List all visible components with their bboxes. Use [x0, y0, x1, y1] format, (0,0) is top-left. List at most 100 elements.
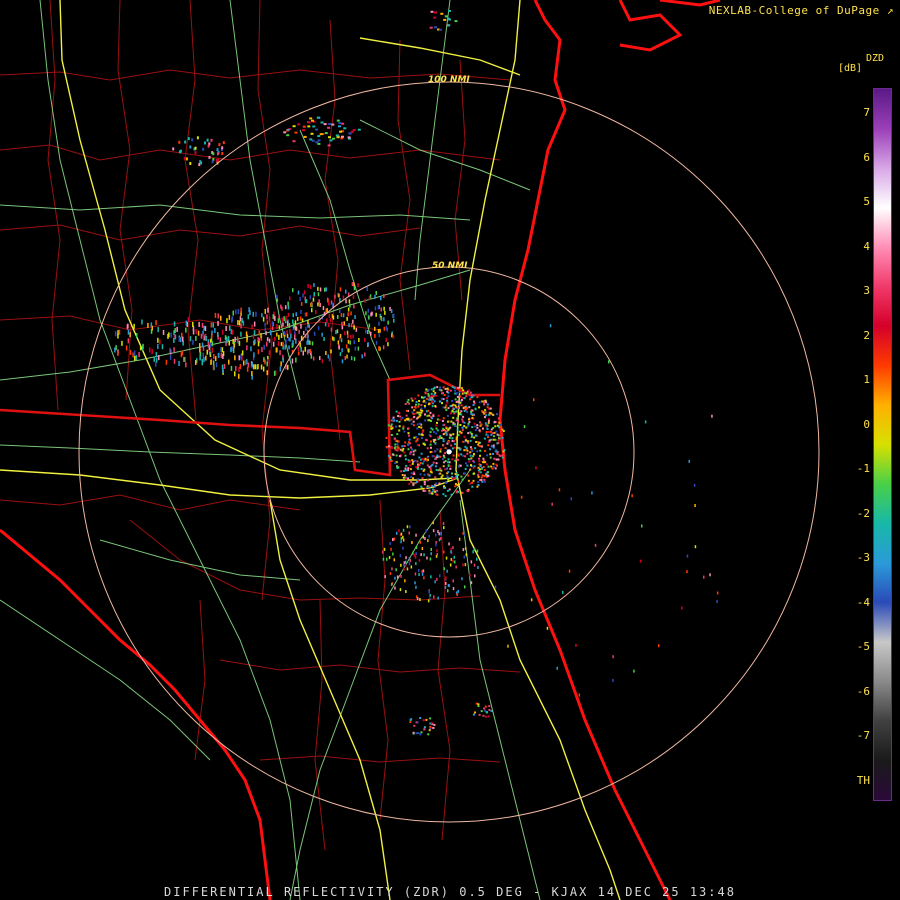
echo-pixel: [423, 576, 425, 580]
echo-pixel: [411, 406, 414, 409]
echo-pixel: [263, 344, 265, 350]
echo-pixel: [341, 359, 344, 364]
echo-pixel: [251, 324, 253, 330]
echo-pixel: [470, 413, 473, 415]
echo-pixel: [202, 333, 205, 339]
echo-pixel: [414, 555, 417, 559]
echo-pixel: [226, 338, 228, 344]
echo-pixel: [484, 449, 487, 452]
echo-pixel: [492, 444, 495, 447]
echo-pixel: [442, 522, 445, 525]
echo-pixel: [407, 469, 410, 472]
echo-pixel: [641, 524, 643, 528]
echo-pixel: [385, 436, 388, 439]
echo-pixel: [482, 466, 485, 468]
echo-pixel: [213, 353, 215, 359]
echo-pixel: [299, 316, 302, 321]
echo-pixel: [354, 315, 356, 319]
echo-pixel: [441, 402, 443, 405]
echo-pixel: [411, 459, 414, 462]
echo-pixel: [447, 407, 450, 410]
echo-pixel: [466, 410, 469, 413]
echo-pixel: [445, 576, 447, 580]
echo-pixel: [463, 397, 466, 400]
echo-pixel: [470, 394, 473, 397]
echo-pixel: [403, 474, 406, 477]
echo-pixel: [219, 337, 222, 343]
echo-pixel: [417, 394, 420, 397]
echo-pixel: [329, 139, 333, 142]
echo-pixel: [226, 318, 228, 324]
echo-pixel: [285, 305, 287, 310]
echo-pixel: [147, 322, 149, 328]
echo-pixel: [468, 406, 471, 409]
echo-pixel: [192, 339, 194, 345]
echo-pixel: [429, 443, 432, 446]
echo-pixel: [469, 439, 472, 442]
echo-pixel: [486, 424, 489, 427]
echo-pixel: [277, 341, 280, 347]
echo-pixel: [395, 410, 398, 413]
echo-pixel: [501, 436, 504, 439]
echo-pixel: [285, 315, 287, 321]
echo-pixel: [344, 356, 346, 361]
echo-pixel: [423, 480, 426, 483]
echo-pixel: [479, 449, 482, 452]
echo-pixel: [350, 323, 353, 328]
echo-pixel: [241, 350, 244, 356]
echo-pixel: [308, 349, 310, 354]
echo-pixel: [195, 335, 197, 341]
echo-pixel: [407, 467, 410, 470]
echo-pixel: [478, 401, 481, 404]
echo-pixel: [428, 485, 431, 487]
echo-pixel: [464, 467, 467, 470]
echo-pixel: [127, 338, 130, 344]
echo-pixel: [389, 542, 391, 545]
echo-pixel: [341, 321, 343, 326]
echo-pixel: [408, 557, 411, 561]
echo-pixel: [311, 301, 313, 306]
echo-pixel: [429, 597, 431, 601]
echo-pixel: [434, 490, 437, 493]
echo-pixel: [294, 131, 298, 134]
echo-pixel: [266, 341, 268, 347]
echo-pixel: [469, 468, 472, 471]
echo-pixel: [250, 346, 252, 352]
echo-pixel: [415, 466, 418, 469]
echo-pixel: [473, 400, 475, 403]
echo-pixel: [399, 554, 402, 558]
echo-pixel: [485, 711, 488, 714]
echo-pixel: [189, 336, 192, 342]
echo-pixel: [262, 366, 265, 372]
echo-pixel: [458, 391, 461, 394]
echo-pixel: [452, 403, 455, 406]
echo-pixel: [384, 310, 386, 315]
echo-pixel: [436, 577, 438, 581]
echo-pixel: [433, 393, 436, 396]
echo-pixel: [477, 705, 480, 708]
echo-pixel: [408, 562, 411, 566]
echo-pixel: [307, 320, 309, 324]
echo-pixel: [258, 330, 260, 336]
credit-label[interactable]: NEXLAB-College of DuPage ↗: [709, 4, 894, 17]
echo-pixel: [401, 417, 404, 419]
echo-pixel: [344, 331, 346, 336]
echo-pixel: [453, 386, 456, 389]
echo-pixel: [423, 483, 426, 486]
echo-pixel: [448, 488, 451, 491]
echo-pixel: [413, 459, 416, 462]
echo-pixel: [444, 452, 447, 455]
echo-pixel: [461, 397, 464, 400]
echo-pixel: [390, 434, 393, 436]
echo-pixel: [179, 337, 182, 343]
echo-pixel: [405, 477, 408, 480]
echo-pixel: [388, 556, 391, 560]
product-footer: DIFFERENTIAL REFLECTIVITY (ZDR) 0.5 DEG …: [164, 885, 736, 899]
echo-pixel: [711, 414, 713, 418]
echo-pixel: [429, 451, 432, 454]
echo-pixel: [428, 419, 431, 422]
echo-pixel: [437, 414, 440, 417]
echo-pixel: [497, 417, 500, 420]
echo-pixel: [469, 573, 471, 577]
echo-pixel: [422, 429, 425, 432]
